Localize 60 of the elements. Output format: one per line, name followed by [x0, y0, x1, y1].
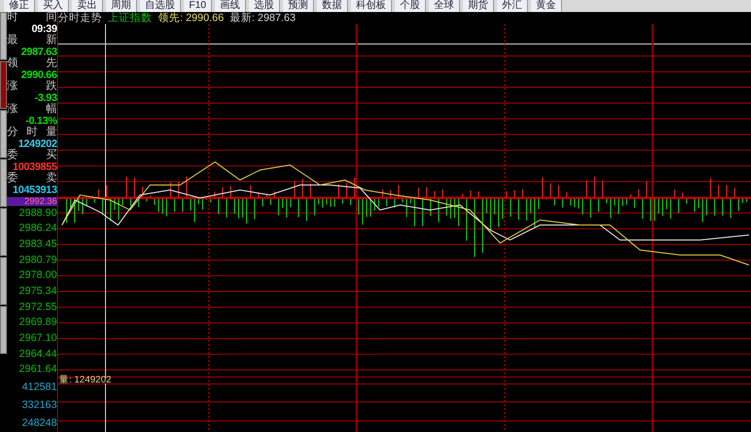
volume-axis-label: 332163	[20, 398, 57, 414]
toolbar-button[interactable]: 周期	[106, 0, 137, 12]
field-label: 涨	[7, 81, 18, 92]
toolbar-button[interactable]: 买入	[38, 0, 69, 12]
field-label: 领	[7, 58, 18, 70]
toolbar-button[interactable]: 外汇	[497, 0, 528, 12]
highlight-price: 2992.36	[7, 196, 57, 206]
toolbar-button[interactable]: F10	[184, 0, 212, 12]
sidebar-tab[interactable]	[0, 306, 7, 354]
chart-title: 分时走势	[58, 12, 102, 24]
field-label: 时	[26, 127, 38, 138]
toolbar-button[interactable]: 选股	[249, 0, 280, 12]
toolbar-button[interactable]: 数据	[317, 0, 348, 12]
field-label: 委	[7, 150, 18, 162]
field-label: 幅	[46, 104, 57, 116]
field-label: 间	[46, 12, 57, 24]
index-name: 上证指数	[108, 12, 152, 24]
field-label: 先	[46, 58, 57, 70]
field-label: 时	[7, 12, 18, 24]
field-label: 新	[46, 35, 57, 46]
latest-price: 最新: 2987.63	[230, 12, 296, 24]
price-axis-label: 2969.89	[18, 315, 57, 330]
field-label: 最	[7, 35, 18, 46]
toolbar-button[interactable]: 卖出	[72, 0, 103, 12]
field-label: 量	[46, 127, 57, 138]
lead-price: 领先: 2990.66	[158, 12, 224, 24]
field-label: 跌	[46, 81, 57, 92]
toolbar-button[interactable]: 个股	[395, 0, 426, 12]
toolbar-button[interactable]: 修正	[4, 0, 35, 12]
toolbar-button[interactable]: 画线	[215, 0, 246, 12]
field-label: 卖	[46, 173, 57, 184]
toolbar-button[interactable]: 期货	[463, 0, 494, 12]
field-label: 委	[7, 173, 18, 184]
volume-axis-label: 412581	[20, 380, 57, 396]
toolbar-button[interactable]: 自选股	[140, 0, 181, 12]
volume-axis-label: 248248	[20, 416, 57, 432]
sidebar-tab[interactable]	[0, 12, 7, 60]
price-axis-label: 2986.24	[18, 221, 57, 236]
field-label: 涨	[7, 104, 18, 116]
sidebar-tab[interactable]	[0, 208, 7, 256]
sidebar-tab[interactable]	[0, 110, 7, 158]
price-axis-label: 2978.00	[18, 268, 57, 284]
price-axis-label: 2961.64	[18, 362, 57, 378]
price-axis-label: 2975.34	[18, 284, 57, 299]
toolbar-button[interactable]: 黄金	[531, 0, 562, 12]
price-axis-label: 2980.79	[18, 252, 57, 268]
toolbar-button[interactable]: 科创板	[351, 0, 392, 12]
price-axis-label: 2972.55	[18, 300, 57, 315]
price-axis-label: 2964.44	[18, 346, 57, 362]
toolbar-button[interactable]: 全球	[429, 0, 460, 12]
volume-header: 量: 1249202	[59, 374, 112, 386]
price-axis-label: 2988.90	[18, 206, 57, 220]
sidebar-tab[interactable]	[0, 159, 7, 207]
field-label: 买	[46, 150, 57, 162]
price-axis-label: 2983.45	[18, 236, 57, 252]
toolbar-button[interactable]: 预测	[283, 0, 314, 12]
sidebar-tab[interactable]	[0, 61, 7, 109]
field-label: 分	[7, 127, 18, 138]
sidebar-tab[interactable]	[0, 257, 7, 305]
price-axis-label: 2967.10	[18, 331, 57, 346]
